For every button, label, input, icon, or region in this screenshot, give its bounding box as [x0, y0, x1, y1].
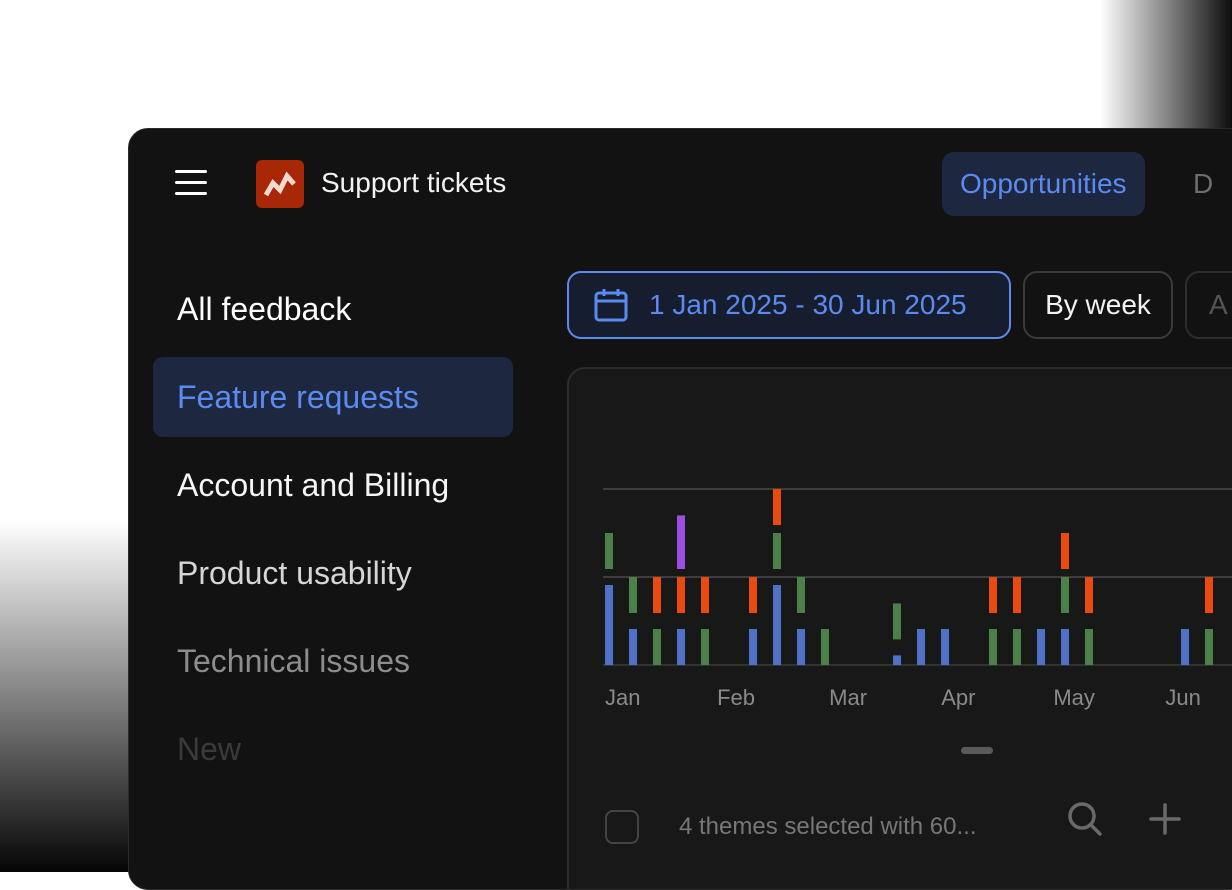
hamburger-menu-icon[interactable] — [175, 170, 209, 196]
bar-segment — [1037, 629, 1045, 665]
next-filter-button[interactable]: A — [1185, 271, 1232, 339]
select-all-checkbox[interactable] — [605, 810, 639, 844]
bar-segment — [797, 577, 805, 613]
bar-segment — [1205, 629, 1213, 665]
drag-handle[interactable] — [961, 747, 993, 754]
bar-segment — [605, 533, 613, 569]
bar-segment — [653, 577, 661, 613]
tab-next[interactable]: D — [1175, 152, 1231, 216]
bar-segment — [677, 577, 685, 613]
bar-segment — [1061, 533, 1069, 569]
bar-segment — [605, 585, 613, 665]
bar-segment — [1013, 629, 1021, 665]
bar-segment — [653, 629, 661, 665]
date-range-label: 1 Jan 2025 - 30 Jun 2025 — [649, 289, 967, 320]
bar-segment — [821, 629, 829, 665]
x-tick-label: Jun — [1165, 685, 1200, 710]
sidebar-item-account-billing[interactable]: Account and Billing — [153, 445, 513, 525]
x-tick-label: Apr — [941, 685, 975, 710]
bar-segment — [797, 629, 805, 665]
sidebar-item-new[interactable]: New — [153, 709, 513, 789]
bar-segment — [773, 533, 781, 569]
bar-segment — [629, 629, 637, 665]
bar-segment — [773, 489, 781, 525]
sidebar-item-all-feedback[interactable]: All feedback — [153, 269, 513, 349]
x-tick-label: Jan — [605, 685, 640, 710]
date-range-button[interactable]: 1 Jan 2025 - 30 Jun 2025 — [567, 271, 1011, 339]
bar-segment — [989, 577, 997, 613]
granularity-button[interactable]: By week — [1023, 271, 1173, 339]
x-tick-label: Feb — [717, 685, 755, 710]
sidebar-item-product-usability[interactable]: Product usability — [153, 533, 513, 613]
app-title: Support tickets — [321, 167, 507, 198]
app-window: Support tickets Opportunities D All feed… — [128, 128, 1232, 890]
chart-card: Jan Feb Mar Apr May Jun 4 themes selected wit… — [567, 367, 1232, 889]
sidebar-item-label: New — [177, 730, 242, 767]
x-tick-label: May — [1053, 685, 1095, 710]
sidebar-item-label: Technical issues — [177, 642, 410, 679]
bar-segment — [677, 515, 685, 569]
bar-segment — [701, 629, 709, 665]
sidebar-item-technical-issues[interactable]: Technical issues — [153, 621, 513, 701]
bar-segment — [941, 629, 949, 665]
sidebar-item-label: Account and Billing — [177, 466, 450, 503]
bar-segment — [917, 629, 925, 665]
sidebar-item-label: All feedback — [177, 290, 352, 327]
bar-segment — [1205, 577, 1213, 613]
trend-line-logo-icon — [256, 160, 304, 208]
sidebar-item-label: Feature requests — [177, 378, 419, 415]
bar-segment — [1013, 577, 1021, 613]
bar-segment — [749, 629, 757, 665]
bar-segment — [677, 629, 685, 665]
bar-segment — [1061, 629, 1069, 665]
bar-segment — [701, 577, 709, 613]
bar-segment — [1061, 577, 1069, 613]
bar-segment — [893, 603, 901, 640]
bar-segment — [773, 585, 781, 665]
bar-segment — [1085, 629, 1093, 665]
bar-segment — [749, 577, 757, 613]
sidebar-item-feature-requests[interactable]: Feature requests — [153, 357, 513, 437]
tab-opportunities[interactable]: Opportunities — [942, 152, 1145, 216]
bar-segment — [989, 629, 997, 665]
bar-segment — [1181, 629, 1189, 665]
calendar-icon — [593, 287, 629, 323]
bar-segment — [1085, 577, 1093, 613]
sidebar-item-label: Product usability — [177, 554, 412, 591]
selection-summary: 4 themes selected with 60... — [679, 813, 977, 840]
volume-chart: Jan Feb Mar Apr May Jun — [603, 488, 1232, 710]
x-tick-label: Mar — [829, 685, 867, 710]
selection-bar: 4 themes selected with 60... — [605, 799, 1232, 855]
sidebar: All feedback Feature requests Account an… — [153, 269, 513, 797]
top-bar: Support tickets Opportunities D — [129, 129, 1232, 229]
bar-segment — [893, 655, 901, 665]
bar-segment — [629, 577, 637, 613]
